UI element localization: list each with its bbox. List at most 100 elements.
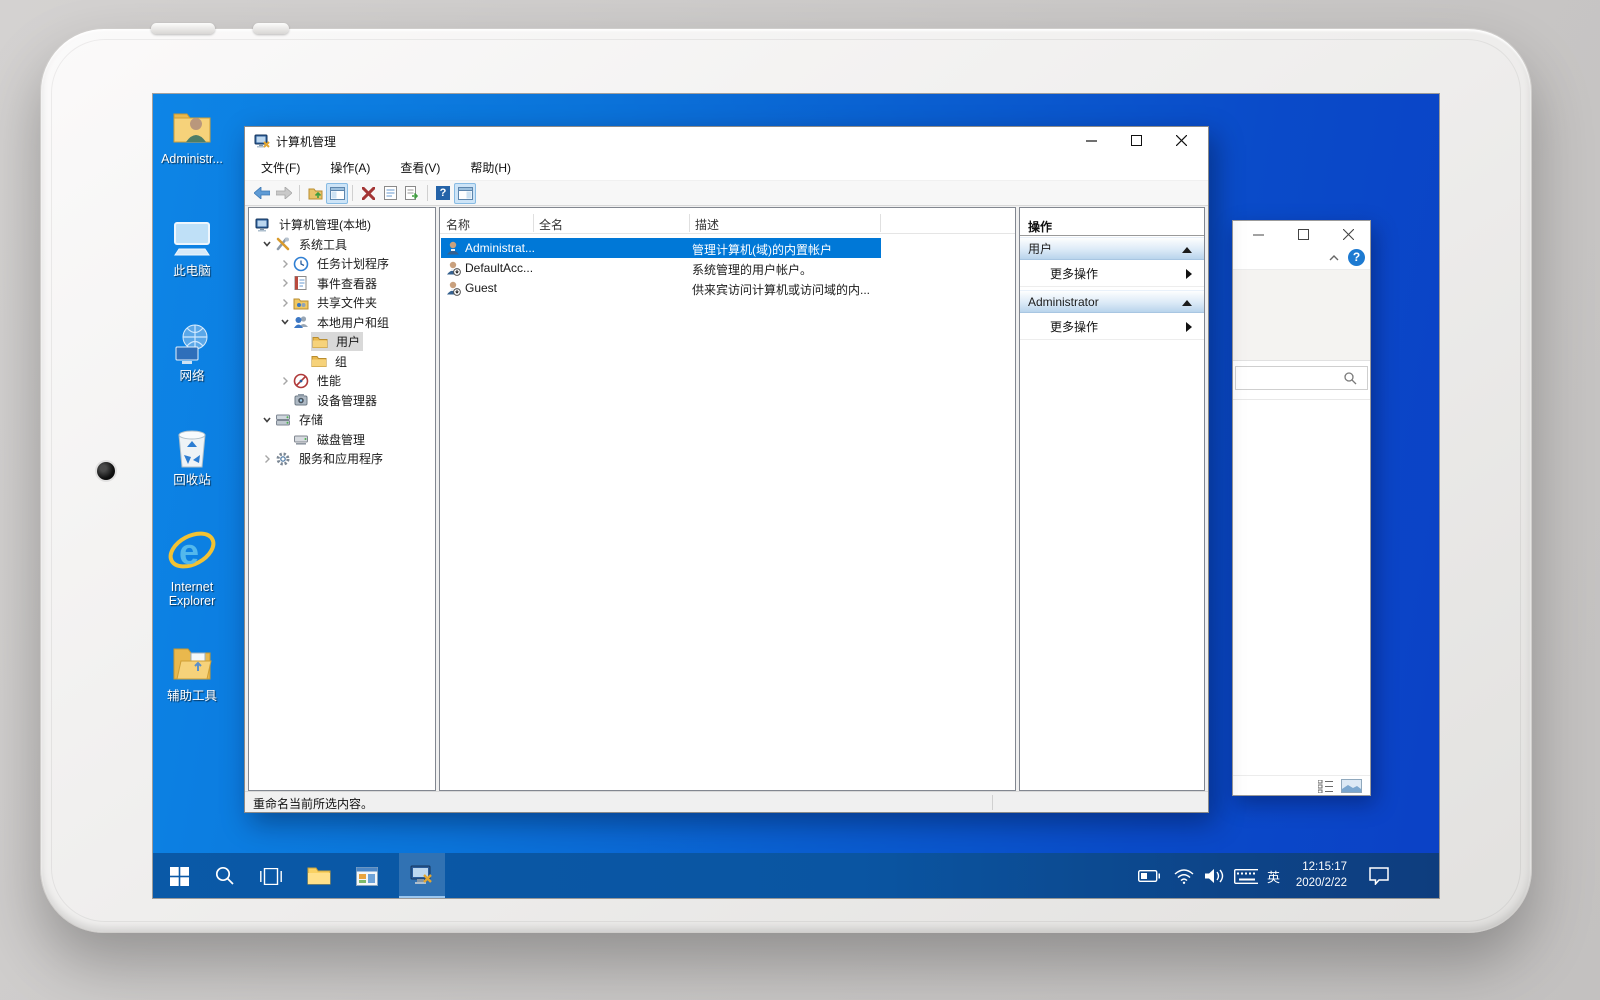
chevron-collapsed-icon[interactable]: [277, 275, 293, 291]
tree-item-local-users-and-groups[interactable]: 本地用户和组: [249, 313, 435, 333]
internet-explorer-icon: e: [166, 526, 218, 578]
menu-view[interactable]: 查看(V): [396, 156, 444, 179]
delete-button[interactable]: [357, 183, 379, 204]
chevron-collapsed-icon[interactable]: [277, 256, 293, 272]
network-globe-icon: [169, 321, 215, 367]
actions-pane: 操作 用户 更多操作 Administrator 更多操作: [1019, 207, 1205, 791]
export-list-button[interactable]: [401, 183, 423, 204]
more-actions-users[interactable]: 更多操作: [1020, 261, 1204, 287]
thumbnail-view-icon[interactable]: [1341, 779, 1362, 793]
battery-icon[interactable]: [1137, 864, 1161, 888]
tree-item-device-manager[interactable]: 设备管理器: [249, 391, 435, 411]
tree-item-disk-management[interactable]: 磁盘管理: [249, 430, 435, 450]
action-center-button[interactable]: [1367, 864, 1391, 888]
menu-help[interactable]: 帮助(H): [466, 156, 515, 179]
actions-group-users[interactable]: 用户: [1020, 237, 1204, 260]
minimize-ribbon-button[interactable]: [1328, 251, 1340, 269]
menu-action[interactable]: 操作(A): [326, 156, 374, 179]
console-tree-pane: 计算机管理(本地) 系统工具: [248, 207, 436, 791]
tree-item-system-tools[interactable]: 系统工具: [249, 235, 435, 255]
chevron-collapsed-icon[interactable]: [277, 295, 293, 311]
user-account-disabled-icon: [445, 260, 461, 276]
taskbar-clock[interactable]: 12:15:17 2020/2/22: [1277, 859, 1347, 891]
minimize-button[interactable]: [1075, 127, 1107, 154]
export-list-icon: [405, 186, 420, 200]
collapse-icon[interactable]: [1182, 247, 1192, 253]
up-folder-button[interactable]: [304, 183, 326, 204]
performance-gauge-icon: [293, 373, 309, 389]
actions-group-administrator[interactable]: Administrator: [1020, 290, 1204, 313]
volume-icon[interactable]: [1202, 864, 1226, 888]
help-icon: ?: [436, 186, 450, 200]
chevron-expanded-icon[interactable]: [259, 236, 275, 252]
touch-keyboard-icon[interactable]: [1234, 864, 1258, 888]
tree-item-event-viewer[interactable]: 事件查看器: [249, 274, 435, 294]
start-button[interactable]: [167, 864, 191, 888]
chevron-expanded-icon[interactable]: [277, 314, 293, 330]
collapse-icon[interactable]: [1182, 300, 1192, 306]
device-manager-icon: [293, 392, 309, 408]
chevron-collapsed-icon[interactable]: [277, 373, 293, 389]
monitor-icon: [169, 216, 215, 262]
column-header-fullname[interactable]: 全名: [539, 216, 563, 233]
user-row-administrator[interactable]: Administrat... 管理计算机(域)的内置帐户: [441, 238, 881, 258]
user-row-guest[interactable]: Guest 供来宾访问计算机或访问域的内...: [441, 278, 881, 298]
close-button[interactable]: [1339, 225, 1357, 243]
desktop-icon-this-pc[interactable]: 此电脑: [159, 216, 225, 278]
wifi-icon[interactable]: [1172, 864, 1196, 888]
tree-item-computer-management[interactable]: 计算机管理(本地): [249, 215, 435, 235]
more-actions-administrator[interactable]: 更多操作: [1020, 314, 1204, 340]
computer-management-taskbar-button[interactable]: [399, 853, 445, 898]
forward-button[interactable]: [273, 183, 295, 204]
front-camera: [97, 462, 115, 480]
column-header-name[interactable]: 名称: [446, 216, 470, 233]
desktop-icon-accessibility-tools[interactable]: 辅助工具: [159, 641, 225, 703]
back-button[interactable]: [251, 183, 273, 204]
maximize-button[interactable]: [1294, 225, 1312, 243]
menu-file[interactable]: 文件(F): [257, 156, 304, 179]
up-folder-icon: [308, 186, 323, 200]
maximize-icon: [1298, 229, 1309, 240]
close-button[interactable]: [1165, 127, 1197, 154]
user-row-defaultaccount[interactable]: DefaultAcc... 系统管理的用户帐户。: [441, 258, 881, 278]
desktop-icon-administrator[interactable]: Administr...: [159, 104, 225, 166]
forward-arrow-icon: [276, 187, 292, 199]
desktop-icon-internet-explorer[interactable]: e Internet Explorer: [159, 526, 225, 608]
tree-item-shared-folders[interactable]: 共享文件夹: [249, 293, 435, 313]
chevron-expanded-icon[interactable]: [259, 412, 275, 428]
help-button[interactable]: ?: [1348, 249, 1365, 266]
explorer-window: ?: [1232, 220, 1371, 796]
properties-button[interactable]: [379, 183, 401, 204]
clock-icon: [293, 256, 309, 272]
desktop-icon-network[interactable]: 网络: [159, 321, 225, 383]
desktop-icon-label: Internet Explorer: [159, 580, 225, 608]
volume-rocker-button[interactable]: [151, 23, 215, 34]
folder-icon: [311, 353, 327, 369]
task-view-button[interactable]: [259, 864, 283, 888]
console-tree-toggle-button[interactable]: [326, 183, 348, 204]
cm-toolbar: ?: [245, 181, 1208, 206]
file-explorer-button[interactable]: [307, 864, 331, 888]
explorer-search-box[interactable]: [1235, 366, 1368, 390]
details-view-icon[interactable]: [1318, 780, 1334, 793]
recycle-bin-icon: [169, 425, 215, 471]
minimize-button[interactable]: [1249, 225, 1267, 243]
taskbar-search-button[interactable]: [213, 864, 237, 888]
power-button[interactable]: [253, 23, 289, 34]
chevron-collapsed-icon[interactable]: [259, 451, 275, 467]
tree-item-storage[interactable]: 存储: [249, 410, 435, 430]
desktop: Administr... 此电脑 网络: [153, 94, 1439, 898]
action-pane-toggle-button[interactable]: [454, 183, 476, 204]
desktop-icon-label: 回收站: [159, 473, 225, 487]
help-button[interactable]: ?: [432, 183, 454, 204]
tree-item-task-scheduler[interactable]: 任务计划程序: [249, 254, 435, 274]
tree-item-users[interactable]: 用户: [249, 332, 435, 352]
desktop-icon-recycle-bin[interactable]: 回收站: [159, 425, 225, 487]
properties-icon: [384, 186, 397, 200]
tree-item-performance[interactable]: 性能: [249, 371, 435, 391]
maximize-button[interactable]: [1120, 127, 1152, 154]
tree-item-groups[interactable]: 组: [249, 352, 435, 372]
app-window-button[interactable]: [355, 864, 379, 888]
column-header-description[interactable]: 描述: [695, 216, 719, 233]
tree-item-services-and-applications[interactable]: 服务和应用程序: [249, 449, 435, 469]
